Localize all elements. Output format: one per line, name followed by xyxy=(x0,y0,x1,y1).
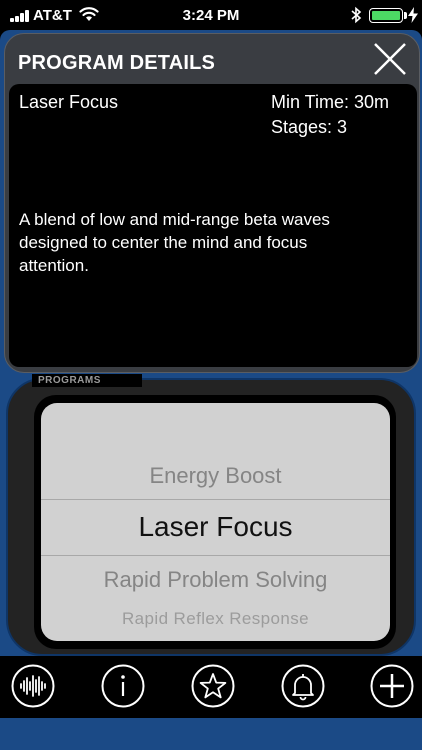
picker-item[interactable]: Rapid Reflex Response xyxy=(41,609,390,629)
picker-item[interactable]: Energy Boost xyxy=(41,463,390,489)
picker-divider xyxy=(41,555,390,556)
plus-icon[interactable] xyxy=(370,664,414,708)
program-description: A blend of low and mid-range beta waves … xyxy=(19,210,330,275)
battery-tip xyxy=(404,12,407,19)
picker-item[interactable]: Rapid Problem Solving xyxy=(41,567,390,593)
status-bar: AT&T 3:24 PM xyxy=(0,0,422,30)
charging-bolt-icon xyxy=(408,7,418,23)
modal-title: PROGRAM DETAILS xyxy=(18,52,216,74)
stages-count: Stages: 3 xyxy=(271,117,348,137)
waveform-icon[interactable] xyxy=(11,664,55,708)
star-icon[interactable] xyxy=(191,664,235,708)
modal-body: Laser Focus Min Time: 30m Stages: 3 A bl… xyxy=(9,84,417,367)
program-name: Laser Focus xyxy=(19,92,119,112)
bluetooth-icon xyxy=(351,6,362,24)
picker-item-selected[interactable]: Laser Focus xyxy=(41,511,390,543)
close-icon[interactable] xyxy=(371,40,409,78)
programs-section-label: PROGRAMS xyxy=(32,374,142,387)
battery-icon xyxy=(369,8,403,23)
info-icon[interactable] xyxy=(101,664,145,708)
program-details-modal: PROGRAM DETAILS Laser Focus Min Time: 30… xyxy=(4,33,420,373)
bottom-frame-strip xyxy=(0,718,422,750)
program-picker[interactable]: Energy Boost Laser Focus Rapid Problem S… xyxy=(41,403,390,641)
picker-divider xyxy=(41,499,390,500)
min-time: Min Time: 30m xyxy=(271,92,390,112)
bell-icon[interactable] xyxy=(281,664,325,708)
